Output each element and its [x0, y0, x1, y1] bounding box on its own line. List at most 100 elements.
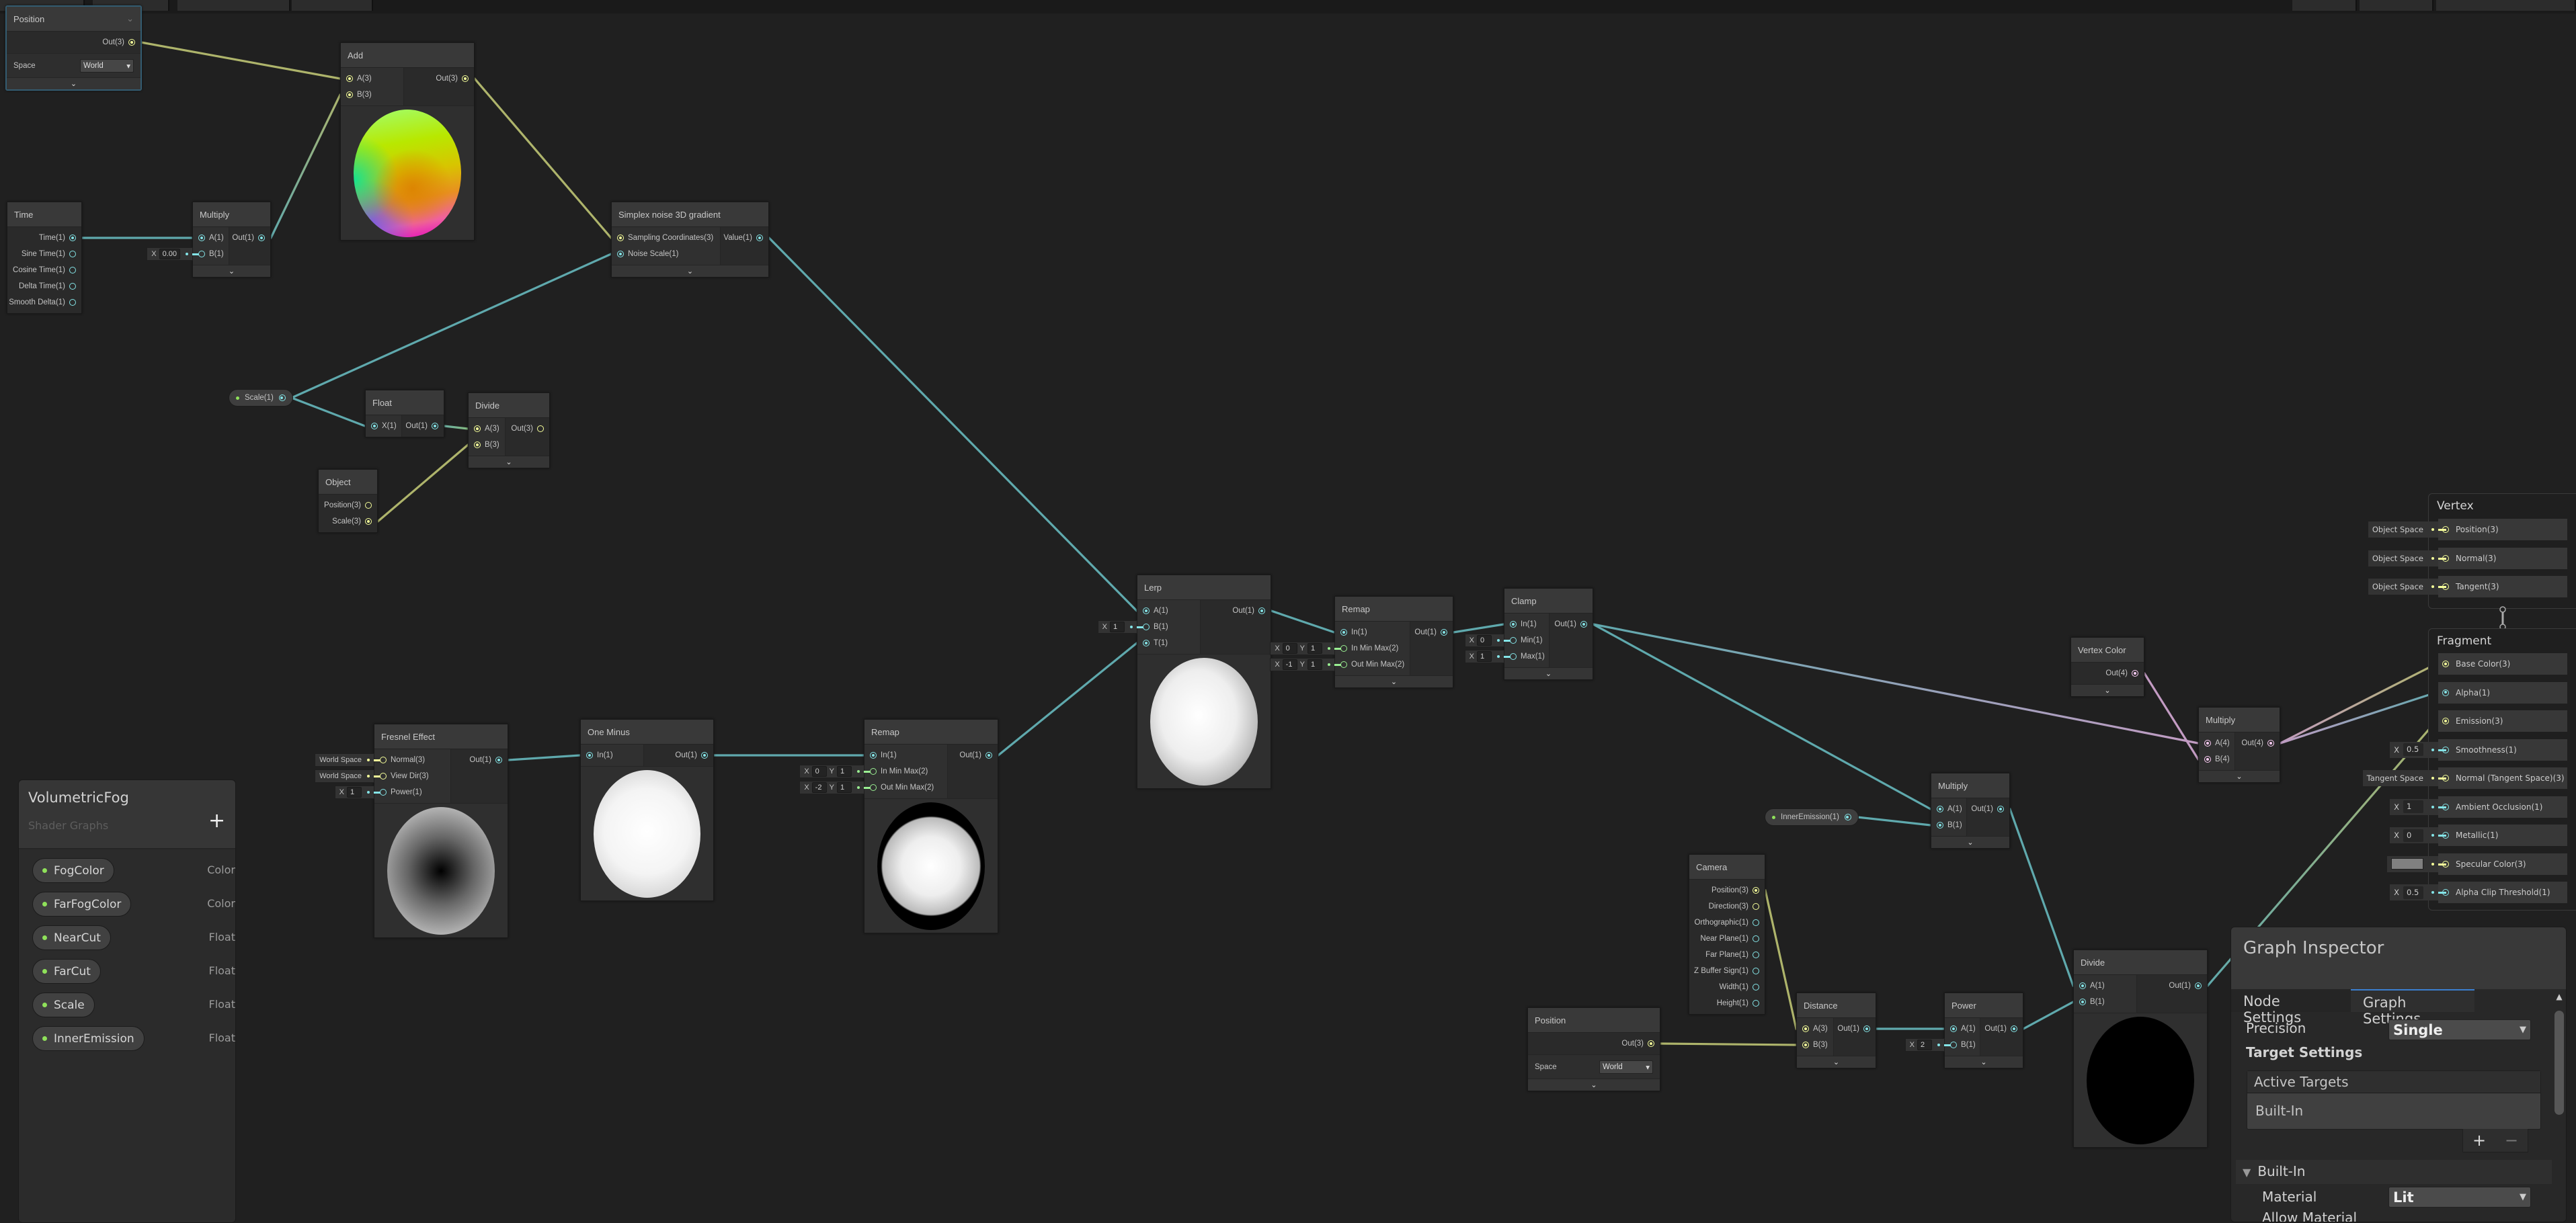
output-port-row[interactable]: Scale(3)	[319, 513, 377, 530]
edge[interactable]	[2135, 672, 2208, 761]
input-port-row[interactable]: A(1)	[1945, 1021, 1980, 1037]
inline-value-field[interactable]: X0Y1	[799, 765, 871, 778]
inline-value-field[interactable]: Tangent Space	[2362, 770, 2446, 786]
expand-chevron[interactable]: ⌄	[469, 456, 549, 468]
edge[interactable]	[282, 253, 620, 399]
input-port[interactable]	[1510, 637, 1517, 644]
expand-chevron[interactable]: ⌄	[1528, 1079, 1660, 1091]
node-header[interactable]: Divide	[469, 393, 549, 418]
edge[interactable]	[1584, 623, 1940, 810]
output-port-row[interactable]: Out(1)	[402, 418, 444, 434]
input-port-row[interactable]: A(3)	[1797, 1021, 1833, 1037]
input-port-row[interactable]: B(1)	[1931, 817, 1966, 833]
blackboard-property[interactable]: NearCut Float	[32, 925, 235, 951]
expand-chevron[interactable]: ⌄	[1504, 667, 1593, 679]
input-port-row[interactable]: A(1)	[2074, 978, 2136, 994]
input-port-row[interactable]: B(1) X 0.00	[147, 246, 229, 262]
block-alpha-clip-threshold-1-[interactable]: Alpha Clip Threshold(1) X 0.5	[2390, 882, 2567, 903]
output-port[interactable]	[462, 75, 469, 82]
output-port-row[interactable]: Out(4)	[2071, 665, 2144, 681]
blackboard-property[interactable]: FogColor Color	[32, 858, 235, 884]
input-port[interactable]	[380, 757, 387, 763]
output-port[interactable]	[1997, 806, 2004, 812]
color-swatch[interactable]	[2391, 858, 2423, 870]
expand-chevron[interactable]: ⌄	[193, 265, 270, 277]
precision-dropdown[interactable]: Single ▼	[2388, 1019, 2531, 1040]
value-input[interactable]: 0.5	[2403, 886, 2423, 899]
inline-value-field[interactable]: World Space	[315, 769, 380, 783]
output-port[interactable]	[701, 752, 708, 759]
edge[interactable]	[2271, 663, 2446, 745]
node-multiply[interactable]: Multiply A(1) B(1) Out(1) ⌄	[1931, 773, 2010, 849]
inline-value-field[interactable]: X1	[1464, 650, 1511, 663]
output-port-row[interactable]: Out(1)	[1201, 603, 1271, 619]
property-pill[interactable]: Scale	[32, 993, 95, 1017]
input-port-row[interactable]: In(1)	[581, 747, 643, 763]
input-port-row[interactable]: A(3)	[469, 421, 505, 437]
input-port-row[interactable]: In(1)	[1504, 616, 1549, 632]
output-port-row[interactable]: Out(3)	[404, 71, 474, 87]
input-port[interactable]	[346, 75, 353, 82]
edge[interactable]	[1444, 623, 1513, 634]
expand-chevron[interactable]: ⌄	[2199, 770, 2280, 782]
inline-value-field[interactable]: X0	[2390, 827, 2446, 843]
edge[interactable]	[368, 444, 477, 523]
node-multiply[interactable]: Multiply A(4) B(4) Out(4) ⌄	[2198, 707, 2280, 783]
output-port-row[interactable]: Out(1)	[451, 752, 508, 768]
value-input[interactable]: 0.00	[159, 249, 180, 259]
block-metallic-1-[interactable]: Metallic(1) X 0	[2390, 825, 2567, 846]
output-port-row[interactable]: Orthographic(1)	[1689, 915, 1765, 931]
builtin-foldout[interactable]: ▼ Built-In	[2236, 1160, 2552, 1184]
output-port-row[interactable]: Smooth Delta(1)	[7, 294, 81, 310]
node-remap[interactable]: Remap In(1) In Min Max(2) X 0 Y 1 Out Min Max(2…	[1270, 596, 1453, 688]
property-node[interactable]: Scale(1)	[229, 389, 293, 407]
edge[interactable]	[1651, 1042, 1806, 1046]
node-fresnel-effect[interactable]: Fresnel Effect Normal(3) World Space View D…	[315, 724, 508, 938]
value-input[interactable]: 1	[347, 787, 362, 798]
node-header[interactable]: Object	[319, 470, 377, 495]
input-port[interactable]	[346, 91, 353, 98]
input-port[interactable]	[2079, 999, 2086, 1005]
input-port-row[interactable]: B(3)	[341, 87, 403, 103]
node-camera[interactable]: Camera Position(3) Direction(3) Orthographi…	[1689, 854, 1765, 1015]
input-port-row[interactable]: B(1)	[2074, 994, 2136, 1010]
output-port-row[interactable]: Out(1)	[2137, 978, 2207, 994]
expand-chevron[interactable]: ⌄	[612, 265, 768, 277]
edge[interactable]	[465, 77, 620, 239]
output-port[interactable]	[1753, 887, 1759, 894]
space-dropdown[interactable]: World ▾	[1599, 1060, 1653, 1074]
block-normal-tangent-space-3-[interactable]: Normal (Tangent Space)(3) Tangent Space	[2362, 767, 2567, 789]
property-pill[interactable]: FarCut	[32, 959, 101, 984]
output-port-row[interactable]: Position(3)	[1689, 882, 1765, 898]
node-header[interactable]: Camera	[1689, 855, 1765, 880]
node-header[interactable]: Multiply	[1931, 773, 2009, 798]
node-header[interactable]: Multiply	[193, 202, 270, 227]
input-port[interactable]	[1510, 621, 1517, 628]
value-input[interactable]: 1	[1110, 622, 1125, 632]
toolbar-tab[interactable]	[292, 0, 373, 11]
output-port[interactable]	[1753, 919, 1759, 926]
input-port[interactable]	[1340, 661, 1347, 668]
output-port[interactable]	[69, 267, 76, 273]
output-port[interactable]	[1753, 968, 1759, 974]
property-pill[interactable]: FarFogColor	[32, 892, 132, 917]
plus-icon[interactable]: +	[208, 811, 225, 831]
inline-value-field[interactable]: X2	[1904, 1038, 1951, 1052]
edge[interactable]	[499, 754, 590, 761]
output-port-row[interactable]: Direction(3)	[1689, 898, 1765, 915]
output-port[interactable]	[69, 235, 76, 241]
output-port-row[interactable]: Out(3)	[506, 421, 549, 437]
output-port-row[interactable]: Out(1)	[1967, 801, 2009, 817]
property-pill[interactable]: NearCut	[32, 925, 111, 950]
input-port[interactable]	[870, 784, 877, 791]
inline-value-field[interactable]: Object Space	[2368, 579, 2446, 595]
block-emission-3-[interactable]: Emission(3)	[2438, 710, 2567, 732]
output-port[interactable]	[2011, 1025, 2017, 1032]
value-input[interactable]: 0	[1282, 643, 1297, 654]
input-port-row[interactable]: A(1)	[193, 230, 229, 246]
input-port[interactable]	[371, 423, 378, 429]
output-port-row[interactable]: Sine Time(1)	[7, 246, 81, 262]
edge[interactable]	[2001, 808, 2083, 987]
output-port-row[interactable]: Near Plane(1)	[1689, 931, 1765, 947]
output-port[interactable]	[69, 251, 76, 257]
